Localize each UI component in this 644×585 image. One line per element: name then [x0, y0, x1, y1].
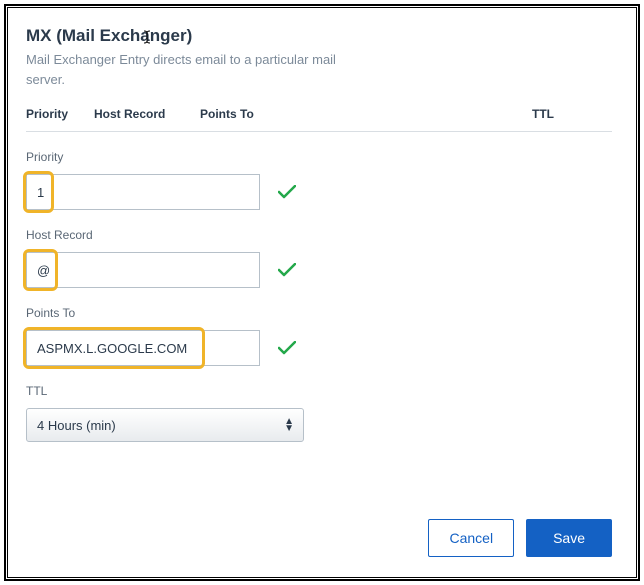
- page-title: MX (Mail Exchanger): [26, 26, 612, 46]
- col-header-priority: Priority: [26, 107, 94, 121]
- checkmark-icon: [278, 341, 296, 355]
- field-group-points: Points To: [26, 306, 612, 366]
- field-group-ttl: TTL 4 Hours (min) ▲ ▼: [26, 384, 612, 442]
- page-subtitle: Mail Exchanger Entry directs email to a …: [26, 50, 356, 89]
- window-inner-frame: MX (Mail Exchanger) Mail Exchanger Entry…: [7, 7, 637, 578]
- column-headers: Priority Host Record Points To TTL: [26, 107, 612, 132]
- label-priority: Priority: [26, 150, 612, 164]
- label-host: Host Record: [26, 228, 612, 242]
- points-to-input[interactable]: [26, 330, 260, 366]
- save-button[interactable]: Save: [526, 519, 612, 557]
- checkmark-icon: [278, 263, 296, 277]
- label-ttl: TTL: [26, 384, 612, 398]
- col-header-host: Host Record: [94, 107, 200, 121]
- window-outer-frame: MX (Mail Exchanger) Mail Exchanger Entry…: [4, 4, 640, 581]
- priority-input[interactable]: [26, 174, 260, 210]
- host-record-input[interactable]: [26, 252, 260, 288]
- ttl-select[interactable]: 4 Hours (min): [26, 408, 304, 442]
- label-points: Points To: [26, 306, 612, 320]
- col-header-ttl: TTL: [532, 107, 612, 121]
- field-group-priority: Priority: [26, 150, 612, 210]
- checkmark-icon: [278, 185, 296, 199]
- col-header-points: Points To: [200, 107, 532, 121]
- action-buttons: Cancel Save: [428, 519, 612, 557]
- cancel-button[interactable]: Cancel: [428, 519, 514, 557]
- field-group-host: Host Record: [26, 228, 612, 288]
